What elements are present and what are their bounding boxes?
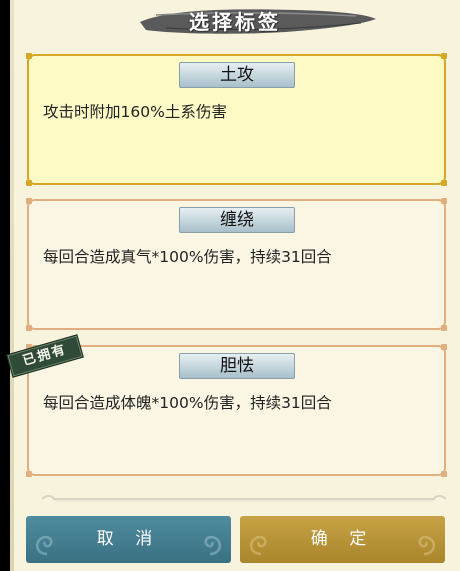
card-corner [26, 53, 32, 59]
confirm-button[interactable]: 确 定 [240, 516, 445, 563]
card-corner [441, 198, 447, 204]
tag-description: 每回合造成体魄*100%伤害，持续31回合 [43, 394, 332, 412]
tag-name-label: 缠绕 [179, 207, 295, 233]
dialog-title: 选择标签 [189, 10, 281, 34]
card-corner [26, 180, 32, 186]
tag-option-card[interactable]: 土攻 攻击时附加160%土系伤害 [26, 53, 447, 186]
card-corner [441, 471, 447, 477]
tag-option-card[interactable]: 缠绕 每回合造成真气*100%伤害，持续31回合 [26, 198, 447, 331]
card-corner [441, 180, 447, 186]
card-corner [26, 325, 32, 331]
tag-description: 每回合造成真气*100%伤害，持续31回合 [43, 248, 332, 266]
dialog-header: 选择标签 [10, 0, 460, 42]
cloud-swirl-icon [204, 535, 222, 556]
confirm-button-label: 确 定 [310, 529, 375, 549]
card-corner [441, 344, 447, 350]
card-corner [26, 198, 32, 204]
card-corner [441, 325, 447, 331]
scroll-divider [41, 495, 447, 502]
card-corner [26, 471, 32, 477]
cloud-swirl-icon [249, 535, 267, 556]
tag-option-card[interactable]: 胆怯 每回合造成体魄*100%伤害，持续31回合 [26, 344, 447, 477]
tag-name-label: 胆怯 [179, 353, 295, 379]
card-corner [441, 53, 447, 59]
cloud-swirl-icon [35, 535, 53, 556]
tag-name-label: 土攻 [179, 62, 295, 88]
cloud-swirl-icon [418, 535, 436, 556]
tag-description: 攻击时附加160%土系伤害 [43, 103, 227, 121]
cancel-button-label: 取 消 [96, 529, 161, 549]
cancel-button[interactable]: 取 消 [26, 516, 231, 563]
select-tag-dialog: 选择标签 土攻 攻击时附加160%土系伤害 缠绕 每回合造成真气*100%伤害，… [10, 0, 460, 571]
